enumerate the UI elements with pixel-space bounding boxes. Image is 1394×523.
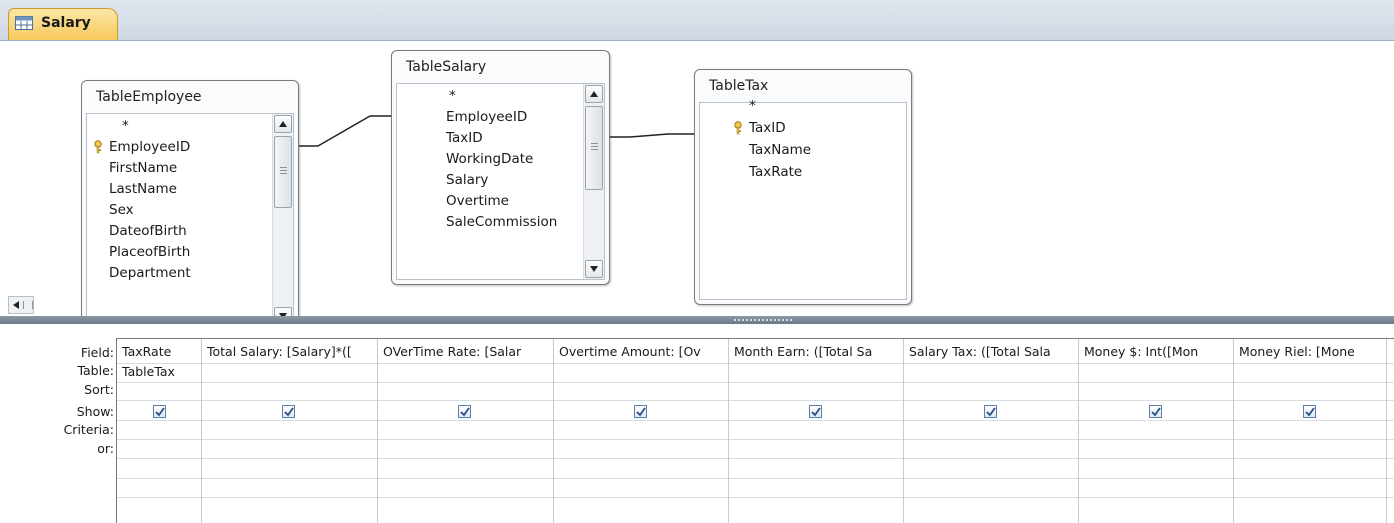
table-box-salary[interactable]: TableSalary * EmployeeID TaxID WorkingDa… (391, 50, 610, 285)
checkmark-icon (1151, 407, 1161, 417)
scroll-up-button[interactable] (585, 85, 603, 103)
row-label-sort: Sort: (84, 382, 114, 397)
grid-column[interactable]: Salary Tax: ([Total Sala (904, 339, 1079, 523)
checkmark-icon (636, 407, 646, 417)
scroll-thumb[interactable] (274, 136, 292, 208)
field-item[interactable]: EmployeeID (109, 137, 190, 157)
show-checkbox[interactable] (984, 405, 997, 418)
grid-column[interactable]: Total Salary: [Salary]*([ (202, 339, 378, 523)
query-design-grid: Field: Table: Sort: Show: Criteria: or: … (0, 324, 1394, 523)
field-cell[interactable]: OVerTime Rate: [Salar (383, 343, 553, 361)
field-item[interactable]: * (749, 96, 756, 116)
field-cell[interactable]: Salary Tax: ([Total Sala (909, 343, 1079, 361)
scroll-down-button[interactable] (585, 260, 603, 278)
table-title: TableEmployee (96, 89, 202, 105)
grid-column[interactable]: Money $: Int([Mon (1079, 339, 1234, 523)
checkmark-icon (155, 407, 165, 417)
show-checkbox[interactable] (1303, 405, 1316, 418)
checkmark-icon (460, 407, 470, 417)
row-label-criteria: Criteria: (63, 422, 114, 437)
checkmark-icon (1305, 407, 1315, 417)
field-item[interactable]: TaxID (446, 128, 483, 148)
field-cell[interactable]: Money $: Int([Mon (1084, 343, 1234, 361)
query-icon (15, 16, 33, 30)
grid-column[interactable]: Money Riel: [Mone (1234, 339, 1387, 523)
table-box-employee[interactable]: TableEmployee * EmployeeID FirstName Las… (81, 80, 299, 332)
field-list: * TaxID TaxName TaxRate (699, 98, 907, 300)
show-checkbox[interactable] (282, 405, 295, 418)
show-checkbox[interactable] (1149, 405, 1162, 418)
field-item[interactable]: EmployeeID (446, 107, 527, 127)
field-cell[interactable]: Total Salary: [Salary]*([ (207, 343, 377, 361)
field-cell[interactable]: TaxRate (122, 343, 202, 361)
query-design-pane: TableEmployee * EmployeeID FirstName Las… (0, 41, 1394, 332)
field-item[interactable]: Salary (446, 170, 488, 190)
field-item[interactable]: PlaceofBirth (109, 242, 190, 262)
row-label-field: Field: (80, 345, 114, 360)
field-list: * EmployeeID TaxID WorkingDate Salary Ov… (396, 83, 605, 280)
row-labels: Field: Table: Sort: Show: Criteria: or: (0, 324, 114, 522)
field-item[interactable]: SaleCommission (446, 212, 557, 232)
tab-salary[interactable]: Salary (8, 8, 118, 40)
arrow-up-icon (590, 91, 598, 97)
key-icon (94, 140, 102, 154)
grid-columns: TaxRate TableTax Total Salary: [Salary]*… (116, 338, 1394, 523)
scroll-thumb[interactable] (585, 106, 603, 190)
table-cell[interactable]: TableTax (122, 363, 202, 381)
field-item[interactable]: * (122, 116, 129, 136)
document-tab-bar: Salary (0, 0, 1394, 41)
field-item[interactable]: DateofBirth (109, 221, 187, 241)
field-item[interactable]: Overtime (446, 191, 509, 211)
pane-splitter[interactable] (0, 316, 1394, 324)
field-item[interactable]: Department (109, 263, 191, 283)
show-checkbox[interactable] (809, 405, 822, 418)
show-checkbox[interactable] (458, 405, 471, 418)
field-item[interactable]: TaxName (749, 140, 811, 160)
field-item[interactable]: * (449, 86, 456, 106)
table-box-tax[interactable]: TableTax * TaxID TaxName TaxRate (694, 69, 912, 305)
grid-column[interactable]: OVerTime Rate: [Salar (378, 339, 554, 523)
horizontal-scrollbar[interactable] (8, 296, 34, 314)
checkmark-icon (284, 407, 294, 417)
field-item[interactable]: Sex (109, 200, 134, 220)
field-item[interactable]: TaxRate (749, 162, 802, 182)
show-checkbox[interactable] (153, 405, 166, 418)
table-title: TableSalary (406, 59, 487, 75)
grid-column[interactable]: Month Earn: ([Total Sa (729, 339, 904, 523)
field-item[interactable]: FirstName (109, 158, 177, 178)
arrow-down-icon (590, 266, 598, 272)
grid-column[interactable]: TaxRate TableTax (117, 339, 202, 523)
field-list: * EmployeeID FirstName LastName Sex Date… (86, 113, 294, 327)
scroll-up-button[interactable] (274, 115, 292, 133)
field-item[interactable]: TaxID (749, 118, 786, 138)
row-label-show: Show: (76, 404, 114, 419)
field-item[interactable]: WorkingDate (446, 149, 533, 169)
checkmark-icon (986, 407, 996, 417)
key-icon (734, 121, 742, 135)
vertical-scrollbar[interactable] (272, 114, 293, 326)
join-salary-tax (608, 133, 694, 138)
arrow-left-icon (13, 301, 19, 309)
vertical-scrollbar[interactable] (583, 84, 604, 279)
checkmark-icon (811, 407, 821, 417)
join-employee-salary (294, 115, 391, 147)
splitter-grip (734, 319, 792, 323)
field-item[interactable]: LastName (109, 179, 177, 199)
grid-column[interactable]: Overtime Amount: [Ov (554, 339, 729, 523)
field-cell[interactable]: Overtime Amount: [Ov (559, 343, 729, 361)
field-cell[interactable]: Money Riel: [Mone (1239, 343, 1387, 361)
table-title: TableTax (709, 78, 769, 94)
arrow-up-icon (279, 121, 287, 127)
row-label-or: or: (97, 441, 114, 456)
tab-label: Salary (41, 15, 91, 31)
show-checkbox[interactable] (634, 405, 647, 418)
row-label-table: Table: (77, 363, 114, 378)
field-cell[interactable]: Month Earn: ([Total Sa (734, 343, 904, 361)
